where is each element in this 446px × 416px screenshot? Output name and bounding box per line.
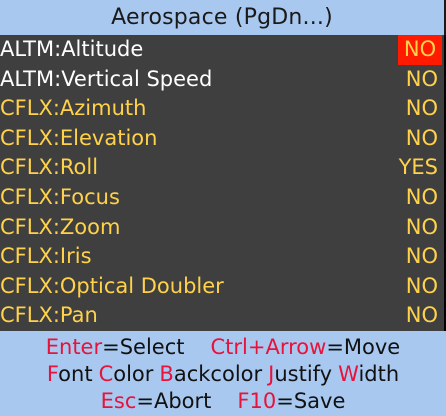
- menu-item-altm-vertical-speed[interactable]: ALTM:Vertical Speed NO: [0, 64, 446, 95]
- esc-key-hint: Esc: [100, 389, 137, 413]
- color-hotkey: C: [98, 362, 114, 386]
- menu-item-cflx-azimuth[interactable]: CFLX:Azimuth NO: [0, 94, 446, 124]
- menu-title: Aerospace (PgDn...): [111, 5, 333, 30]
- backcolor-hotkey: B: [159, 362, 174, 386]
- menu-item-value-selected[interactable]: NO: [398, 35, 442, 65]
- footer-line-exit: Esc=Abort F10=Save: [0, 387, 446, 415]
- menu-item-label: CFLX:Azimuth: [0, 96, 147, 121]
- menu-item-value[interactable]: NO: [400, 124, 442, 154]
- esc-action-hint: =Abort: [136, 389, 212, 413]
- menu-item-cflx-roll[interactable]: CFLX:Roll YES: [0, 153, 446, 183]
- menu-list: ALTM:Altitude NO ALTM:Vertical Speed NO …: [0, 35, 446, 331]
- menu-item-cflx-pan[interactable]: CFLX:Pan NO: [0, 301, 446, 331]
- menu-item-value[interactable]: NO: [400, 213, 442, 243]
- enter-action-hint: =Select: [102, 335, 185, 359]
- ctrl-arrow-key-hint: Ctrl+Arrow: [210, 335, 327, 359]
- menu-item-label: CFLX:Pan: [0, 303, 98, 328]
- menu-item-cflx-optical-doubler[interactable]: CFLX:Optical Doubler NO: [0, 271, 446, 302]
- menu-item-cflx-focus[interactable]: CFLX:Focus NO: [0, 182, 446, 213]
- menu-item-label: ALTM:Altitude: [0, 37, 144, 61]
- color-hint: olor: [113, 362, 154, 386]
- menu-header: Aerospace (PgDn...): [0, 0, 446, 35]
- f10-key-hint: F10: [237, 389, 277, 413]
- aerospace-menu-panel: Aerospace (PgDn...) ALTM:Altitude NO ALT…: [0, 0, 446, 416]
- backcolor-hint: ackcolor: [173, 362, 263, 386]
- menu-item-label: CFLX:Iris: [0, 244, 92, 269]
- menu-item-label: CFLX:Zoom: [0, 214, 121, 239]
- enter-key-hint: Enter: [45, 335, 103, 359]
- menu-item-value[interactable]: NO: [400, 183, 442, 213]
- menu-item-value[interactable]: YES: [393, 153, 442, 183]
- menu-item-value[interactable]: NO: [400, 94, 442, 124]
- menu-item-label: ALTM:Vertical Speed: [0, 66, 213, 91]
- menu-item-altm-altitude[interactable]: ALTM:Altitude NO: [0, 35, 446, 65]
- menu-item-value[interactable]: NO: [400, 65, 442, 95]
- justify-hint: ustify: [274, 362, 333, 386]
- menu-item-cflx-iris[interactable]: CFLX:Iris NO: [0, 242, 446, 272]
- ctrl-arrow-action-hint: =Move: [326, 335, 401, 359]
- width-hotkey: W: [338, 362, 359, 386]
- font-hint: ont: [58, 362, 93, 386]
- menu-item-label: CFLX:Focus: [0, 184, 120, 209]
- menu-item-cflx-elevation[interactable]: CFLX:Elevation NO: [0, 123, 446, 154]
- footer-line-formatting: Font Color Backcolor Justify Width: [0, 360, 446, 388]
- font-hotkey: F: [46, 362, 59, 386]
- footer-line-navigation: Enter=Select Ctrl+Arrow=Move: [0, 333, 446, 361]
- key-help-footer: Enter=Select Ctrl+Arrow=Move Font Color Bac…: [0, 331, 446, 416]
- width-hint: idth: [358, 362, 400, 386]
- menu-item-label: CFLX:Roll: [0, 155, 99, 180]
- f10-action-hint: =Save: [276, 389, 346, 413]
- menu-item-value[interactable]: NO: [400, 301, 442, 331]
- menu-item-label: CFLX:Elevation: [0, 125, 158, 150]
- menu-item-value[interactable]: NO: [400, 272, 442, 302]
- menu-item-label: CFLX:Optical Doubler: [0, 273, 224, 298]
- menu-item-value[interactable]: NO: [400, 242, 442, 272]
- menu-item-cflx-zoom[interactable]: CFLX:Zoom NO: [0, 212, 446, 243]
